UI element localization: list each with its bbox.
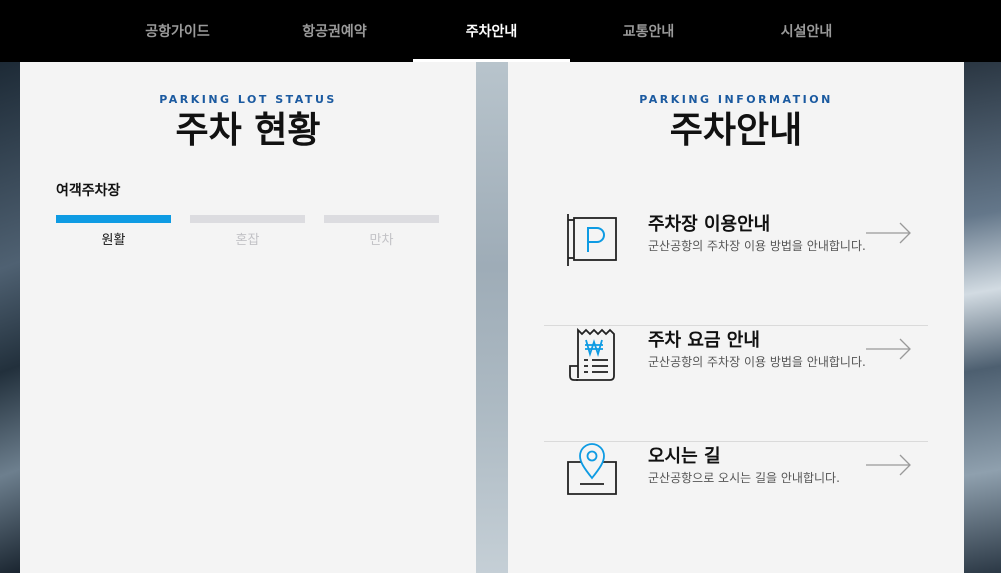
parking-status-eyebrow: PARKING LOT STATUS [159, 93, 337, 106]
info-item-desc: 군산공항으로 오시는 길을 안내합니다. [648, 471, 840, 485]
status-smooth: 원활 [56, 215, 171, 248]
info-item-directions[interactable]: 오시는 길 군산공항으로 오시는 길을 안내합니다. [544, 442, 928, 558]
info-item-parking-fee[interactable]: 주차 요금 안내 군산공항의 주차장 이용 방법을 안내합니다. [544, 326, 928, 442]
parking-status-title: 주차 현황 [175, 110, 321, 151]
tab-airport-guide[interactable]: 공항가이드 [99, 0, 256, 62]
arrow-right-icon [866, 222, 911, 244]
info-item-desc: 군산공항의 주차장 이용 방법을 안내합니다. [648, 355, 866, 369]
tab-parking-guide[interactable]: 주차안내 [413, 0, 570, 62]
background-right-strip [964, 62, 1001, 573]
receipt-won-icon [569, 327, 615, 381]
parking-status-panel: PARKING LOT STATUS 주차 현황 여객주차장 원활 혼잡 만차 [20, 62, 476, 573]
status-bar [190, 215, 305, 223]
tab-ticket-booking[interactable]: 항공권예약 [256, 0, 413, 62]
status-label: 원활 [101, 233, 126, 248]
arrow-right-icon [866, 454, 911, 476]
status-congested: 혼잡 [190, 215, 305, 248]
background-middle-strip [476, 62, 508, 573]
top-navigation: 공항가이드 항공권예약 주차안내 교통안내 시설안내 [0, 0, 1001, 62]
info-item-title: 오시는 길 [648, 446, 721, 467]
parking-sign-icon [567, 214, 617, 266]
status-full: 만차 [324, 215, 439, 248]
info-item-desc: 군산공항의 주차장 이용 방법을 안내합니다. [648, 239, 866, 253]
lot-name: 여객주차장 [56, 183, 121, 199]
background-left-strip [0, 62, 20, 573]
info-item-title: 주차장 이용안내 [648, 214, 771, 235]
parking-info-title: 주차안내 [669, 110, 803, 151]
tab-transport-guide[interactable]: 교통안내 [570, 0, 727, 62]
status-label: 혼잡 [235, 233, 260, 248]
info-item-title: 주차 요금 안내 [648, 330, 760, 351]
info-item-parking-usage[interactable]: 주차장 이용안내 군산공항의 주차장 이용 방법을 안내합니다. [544, 210, 928, 326]
tab-facility-guide[interactable]: 시설안내 [728, 0, 885, 62]
map-pin-icon [567, 443, 617, 495]
arrow-right-icon [866, 338, 911, 360]
status-label: 만차 [369, 233, 394, 248]
status-bar [324, 215, 439, 223]
status-bar [56, 215, 171, 223]
parking-info-panel: PARKING INFORMATION 주차안내 주차장 이용안내 군산공항의 … [508, 62, 964, 573]
parking-info-eyebrow: PARKING INFORMATION [639, 93, 833, 106]
